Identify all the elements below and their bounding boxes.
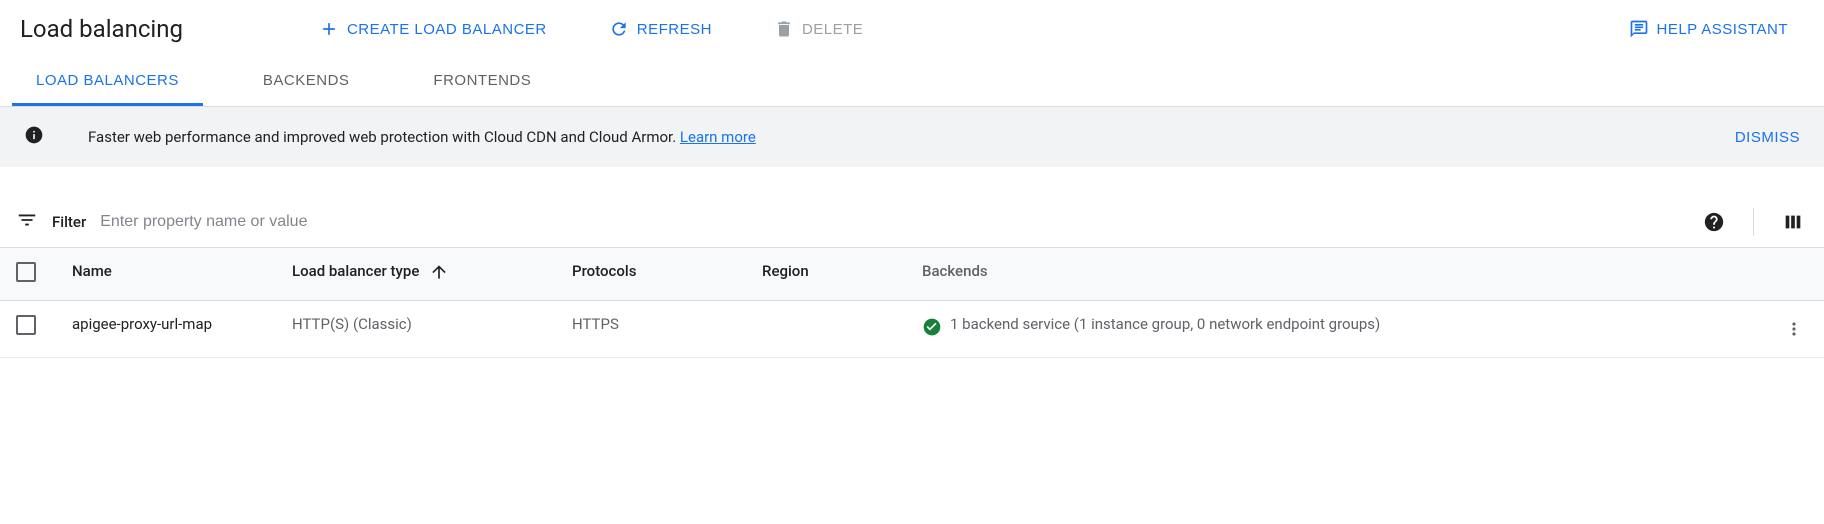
tab-frontends[interactable]: Frontends bbox=[409, 58, 555, 106]
filter-label: Filter bbox=[52, 213, 86, 231]
row-actions-button[interactable] bbox=[1780, 315, 1808, 343]
lb-backends-text: 1 backend service (1 instance group, 0 n… bbox=[950, 315, 1380, 333]
lb-protocols: HTTPS bbox=[560, 301, 750, 358]
filter-icon bbox=[16, 209, 38, 235]
status-ok-icon bbox=[922, 317, 942, 337]
tab-load-balancers[interactable]: Load balancers bbox=[12, 58, 203, 106]
banner-message: Faster web performance and improved web … bbox=[88, 128, 680, 146]
lb-name-link[interactable]: apigee-proxy-url-map bbox=[72, 315, 212, 333]
help-icon bbox=[1703, 211, 1725, 233]
dismiss-button[interactable]: DISMISS bbox=[1735, 129, 1800, 146]
select-all-checkbox[interactable] bbox=[16, 262, 36, 282]
refresh-icon bbox=[609, 19, 629, 39]
chat-icon bbox=[1629, 19, 1649, 39]
filter-input[interactable] bbox=[100, 207, 1685, 237]
col-header-type[interactable]: Load balancer type bbox=[280, 248, 560, 301]
columns-icon bbox=[1782, 211, 1804, 233]
col-header-name[interactable]: Name bbox=[60, 248, 280, 301]
col-header-protocols[interactable]: Protocols bbox=[560, 248, 750, 301]
tabs: Load balancers Backends Frontends bbox=[0, 58, 1824, 107]
filter-bar: Filter bbox=[0, 197, 1824, 247]
info-banner: Faster web performance and improved web … bbox=[0, 107, 1824, 167]
row-checkbox[interactable] bbox=[16, 315, 36, 335]
col-header-type-text: Load balancer type bbox=[292, 262, 419, 280]
info-icon bbox=[24, 125, 44, 149]
divider bbox=[1753, 208, 1754, 236]
col-header-region[interactable]: Region bbox=[750, 248, 910, 301]
refresh-label: Refresh bbox=[637, 21, 712, 38]
create-load-balancer-button[interactable]: Create load balancer bbox=[303, 11, 563, 47]
lb-type: HTTP(S) (Classic) bbox=[280, 301, 560, 358]
sort-ascending-icon bbox=[429, 262, 449, 282]
table-row: apigee-proxy-url-map HTTP(S) (Classic) H… bbox=[0, 301, 1824, 358]
filter-help-button[interactable] bbox=[1699, 207, 1729, 237]
lb-region bbox=[750, 301, 910, 358]
trash-icon bbox=[774, 19, 794, 39]
more-vert-icon bbox=[1784, 319, 1804, 339]
create-label: Create load balancer bbox=[347, 21, 547, 38]
help-assistant-button[interactable]: Help Assistant bbox=[1613, 11, 1805, 47]
learn-more-link[interactable]: Learn more bbox=[680, 128, 756, 146]
col-header-backends[interactable]: Backends bbox=[910, 248, 1764, 301]
page-title: Load balancing bbox=[20, 15, 183, 43]
tab-backends[interactable]: Backends bbox=[239, 58, 374, 106]
help-label: Help Assistant bbox=[1657, 21, 1789, 38]
plus-icon bbox=[319, 19, 339, 39]
delete-label: Delete bbox=[802, 21, 863, 38]
banner-text: Faster web performance and improved web … bbox=[88, 128, 756, 146]
delete-button: Delete bbox=[758, 11, 879, 47]
refresh-button[interactable]: Refresh bbox=[593, 11, 728, 47]
load-balancers-table: Name Load balancer type Protocols Region… bbox=[0, 247, 1824, 358]
column-display-button[interactable] bbox=[1778, 207, 1808, 237]
